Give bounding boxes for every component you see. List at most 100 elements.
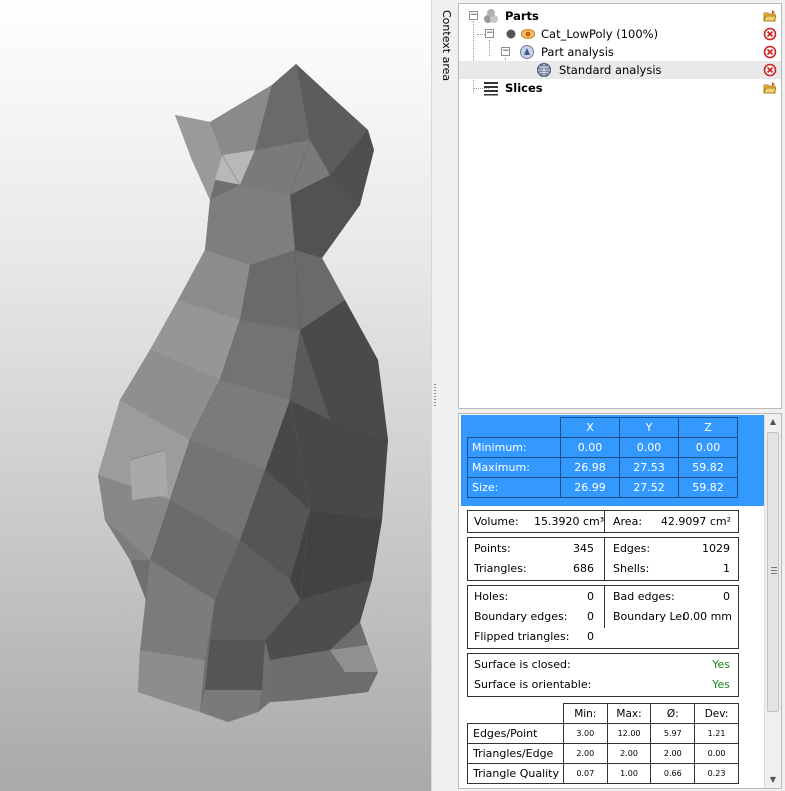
bad-edges-value: 0 [723,590,730,603]
3d-viewport[interactable] [0,0,431,791]
area-value: 42.9097 cm² [660,515,731,528]
shells-label: Shells: [613,562,650,575]
mesh-errors-box: Holes: 0 Boundary edges: 0 Flipped trian… [467,585,739,649]
open-folder-icon[interactable] [763,81,777,95]
column-header-y: Y [619,417,679,438]
value-cell: 1.00 [606,763,652,784]
surface-orientable-label: Surface is orientable: [474,678,592,691]
parts-tree[interactable]: − Parts − Cat_LowPoly (100%) − Part anal… [458,3,782,409]
value-cell: 59.82 [678,477,738,498]
mesh-counts-box: Points: 345 Triangles: 686 Edges: 1029 S… [467,537,739,581]
shells-value: 1 [723,562,730,575]
surface-closed-value: Yes [712,658,730,671]
volume-area-box: Volume: 15.3920 cm³ Area: 42.9097 cm² [467,510,739,533]
open-folder-icon[interactable] [763,9,777,23]
value-cell: 2.00 [606,743,652,764]
tree-item-part-analysis[interactable]: − Part analysis [459,43,781,61]
triangles-label: Triangles: [474,562,527,575]
value-cell: 27.53 [619,457,679,478]
row-label: Maximum: [467,457,561,478]
boundary-length-label: Boundary Leng [613,610,685,623]
value-cell: 5.97 [650,723,696,744]
value-cell: 27.52 [619,477,679,498]
part-eye-icon [521,29,535,39]
tree-item-label: Standard analysis [559,63,662,77]
tree-item-label: Part analysis [541,45,614,59]
tree-item-slices[interactable]: Slices [459,79,781,97]
points-value: 345 [573,542,594,555]
surface-orientable-value: Yes [712,678,730,691]
surface-status-box: Surface is closed: Yes Surface is orient… [467,653,739,697]
app-window: Context area − Parts − Cat_LowPoly (100%… [0,0,785,791]
splitter-grip[interactable] [434,384,436,408]
scroll-up-icon[interactable]: ▲ [765,414,781,430]
triangles-value: 686 [573,562,594,575]
row-label: Triangles/Edge [467,743,564,764]
value-cell: 1.21 [694,723,739,744]
points-label: Points: [474,542,511,555]
context-area-label: Context area [440,10,453,82]
row-label: Triangle Quality [467,763,564,784]
value-cell: 0.07 [562,763,608,784]
column-header-x: X [560,417,620,438]
value-cell: 0.00 [560,437,620,458]
row-label: Minimum: [467,437,561,458]
value-cell: 3.00 [562,723,608,744]
holes-label: Holes: [474,590,509,603]
column-header-max: Max: [606,703,652,724]
visibility-dot-icon[interactable] [503,26,519,42]
column-header-avg: Ø: [650,703,696,724]
parts-icon [484,9,498,23]
globe-icon [537,63,551,77]
edges-value: 1029 [702,542,730,555]
flipped-triangles-label: Flipped triangles: [474,630,570,643]
value-cell: 0.66 [650,763,696,784]
stats-row-triangles-edge: Triangles/Edge 2.00 2.00 2.00 0.00 [467,743,739,764]
collapse-toggle[interactable]: − [469,11,478,20]
holes-value: 0 [587,590,594,603]
tree-item-label: Parts [505,9,539,23]
analysis-icon [520,45,534,59]
stats-row-triangle-quality: Triangle Quality 0.07 1.00 0.66 0.23 [467,763,739,784]
collapse-toggle[interactable]: − [501,47,510,56]
flipped-triangles-value: 0 [587,630,594,643]
bbox-row-minimum: Minimum: 0.00 0.00 0.00 [467,437,738,458]
value-cell: 59.82 [678,457,738,478]
scroll-thumb[interactable] [767,432,779,712]
value-cell: 26.98 [560,457,620,478]
row-label: Edges/Point [467,723,564,744]
edges-label: Edges: [613,542,651,555]
value-cell: 2.00 [650,743,696,764]
value-cell: 0.00 [694,743,739,764]
bounding-box-table: X Y Z Minimum: 0.00 0.00 0.00 Maximum: 2… [461,415,765,506]
remove-icon[interactable] [763,63,777,77]
collapse-toggle[interactable]: − [485,29,494,38]
column-header-min: Min: [562,703,608,724]
remove-icon[interactable] [763,45,777,59]
tree-item-label: Cat_LowPoly (100%) [541,27,659,41]
surface-closed-label: Surface is closed: [474,658,571,671]
remove-icon[interactable] [763,27,777,41]
bbox-row-maximum: Maximum: 26.98 27.53 59.82 [467,457,738,478]
tree-item-standard-analysis[interactable]: Standard analysis [459,61,781,79]
area-label: Area: [613,515,643,528]
bad-edges-label: Bad edges: [613,590,675,603]
analysis-scrollbar[interactable]: ▲ ▼ [764,414,781,788]
value-cell: 2.00 [562,743,608,764]
tree-item-cat-lowpoly[interactable]: − Cat_LowPoly (100%) [459,25,781,43]
scroll-down-icon[interactable]: ▼ [765,772,781,788]
bbox-row-size: Size: 26.99 27.52 59.82 [467,477,738,498]
stats-row-edges-point: Edges/Point 3.00 12.00 5.97 1.21 [467,723,739,744]
analysis-panel[interactable]: X Y Z Minimum: 0.00 0.00 0.00 Maximum: 2… [458,413,782,789]
boundary-length-value: 0.00 mm [682,610,732,623]
volume-label: Volume: [474,515,519,528]
column-header-dev: Dev: [694,703,739,724]
tree-item-parts[interactable]: − Parts [459,7,781,25]
column-header-z: Z [678,417,738,438]
context-area-tab[interactable]: Context area [437,0,457,791]
row-label: Size: [467,477,561,498]
value-cell: 0.23 [694,763,739,784]
boundary-edges-value: 0 [587,610,594,623]
value-cell: 0.00 [678,437,738,458]
value-cell: 26.99 [560,477,620,498]
